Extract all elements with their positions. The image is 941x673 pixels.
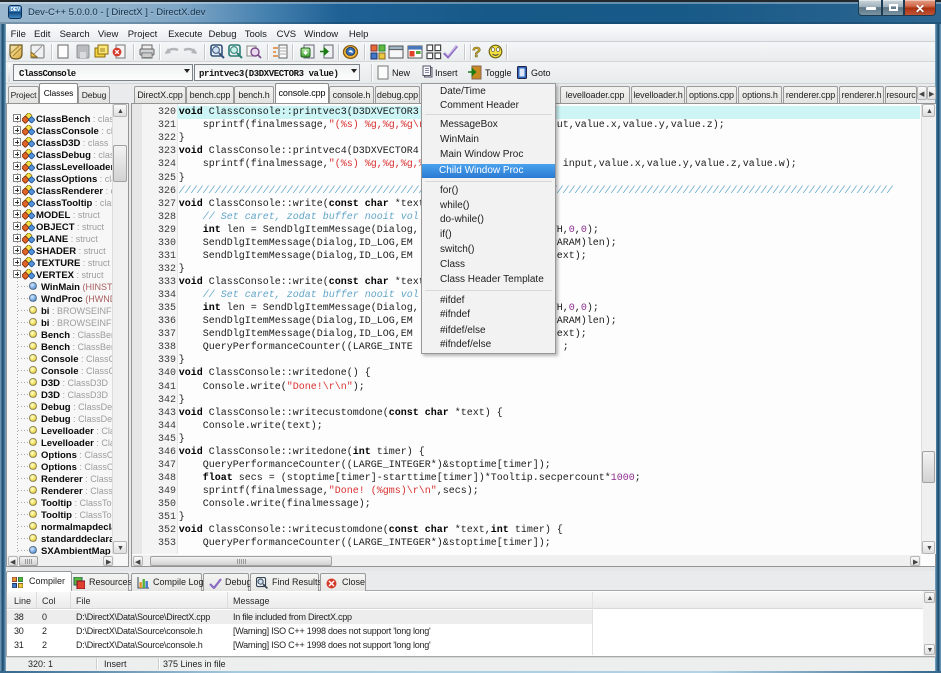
- svg-text:?: ?: [472, 44, 481, 61]
